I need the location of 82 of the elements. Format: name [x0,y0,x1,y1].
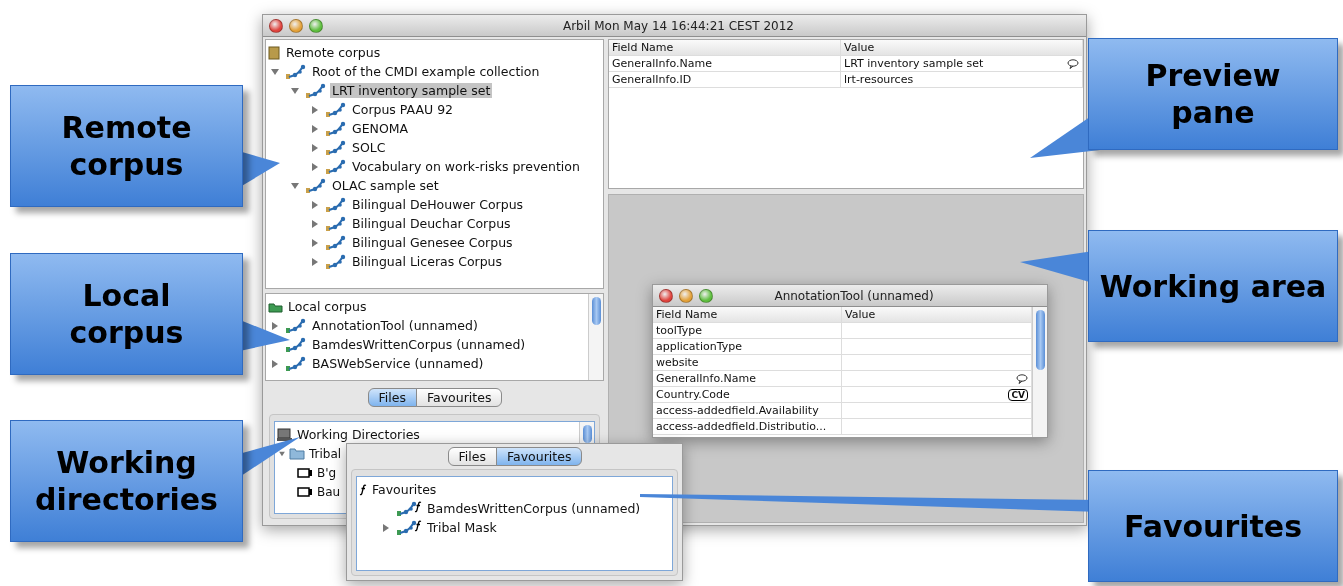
tree-item[interactable]: Corpus PAAU 92 [350,102,456,117]
table-cell: toolType [653,323,842,338]
tree-item[interactable]: AnnotationTool (unnamed) [310,318,480,333]
tree-item[interactable]: GENOMA [350,121,411,136]
favourite-node-icon [396,500,422,517]
collapse-arrow-icon[interactable] [268,66,282,77]
callout-label: Remote corpus [10,85,243,207]
book-icon [268,45,281,60]
tree-item[interactable]: BamdesWrittenCorpus (unnamed) [425,501,643,516]
table-cell: GeneralInfo.ID [609,72,841,87]
corpus-node-icon [305,82,327,99]
table-cell: Country.Code [653,387,842,402]
table-cell: GeneralInfo.Name [609,56,841,71]
tree-item[interactable]: Tribal [307,446,344,461]
collapse-arrow-icon[interactable] [288,85,302,96]
callout-label: Favourites [1088,470,1338,582]
tree-item[interactable]: Root of the CMDI example collection [310,64,542,79]
box-icon [297,485,313,498]
corpus-node-icon [325,196,347,213]
tree-root-label: Favourites [371,482,438,497]
collapse-arrow-icon[interactable] [288,180,302,191]
tree-item[interactable]: B'g [315,465,339,480]
column-header: Field Name [609,40,841,55]
callout-label: Working directories [10,420,243,542]
folder-icon [289,447,305,460]
table-cell: GeneralInfo.Name [653,371,842,386]
table-cell: access-addedfield.Distributio... [653,419,842,434]
callout-label: Local corpus [10,253,243,375]
tab[interactable]: Files [367,388,417,407]
minimize-button[interactable] [289,18,303,33]
corpus-node-icon [285,63,307,80]
favourite-node-icon [396,519,422,536]
corpus-node-icon [285,317,307,334]
corpus-node-icon [325,120,347,137]
corpus-node-icon [285,336,307,353]
tree-item[interactable]: LRT inventory sample set [330,83,493,98]
tree-item[interactable]: Bilingual Genesee Corpus [350,235,515,250]
tree-item[interactable]: Bau [315,484,343,499]
table-cell: applicationType [653,339,842,354]
corpus-node-icon [285,355,307,372]
corpus-node-icon [305,177,327,194]
corpus-node-icon [325,234,347,251]
tree-root-label: Remote corpus [285,45,382,60]
computer-icon [277,427,292,442]
callout-label: Working area [1088,230,1338,342]
cv-badge: CV [1008,388,1028,401]
box-icon [297,466,313,479]
close-button[interactable] [659,288,673,303]
tree-item[interactable]: OLAC sample set [330,178,441,193]
column-header: Value [841,40,1083,55]
f-icon [359,483,367,496]
column-header: Field Name [653,307,842,322]
tree-item[interactable]: Vocabulary on work-risks prevention [350,159,582,174]
table-cell: LRT inventory sample set [841,56,1083,71]
corpus-node-icon [325,139,347,156]
close-button[interactable] [269,18,283,33]
tab[interactable]: Favourites [416,388,503,407]
table-cell: lrt-resources [841,72,1083,87]
tree-item[interactable]: Bilingual DeHouwer Corpus [350,197,526,212]
corpus-node-icon [325,215,347,232]
tree-item[interactable]: BamdesWrittenCorpus (unnamed) [310,337,528,352]
corpus-node-icon [325,253,347,270]
table-cell: access-addedfield.Availability [653,403,842,418]
window-title: Arbil Mon May 14 16:44:21 CEST 2012 [561,18,795,33]
zoom-button[interactable] [309,18,323,33]
tab[interactable]: Favourites [496,447,583,466]
tree-root-label: Local corpus [287,299,368,314]
minimize-button[interactable] [679,288,693,303]
tree-item[interactable]: Bilingual Deuchar Corpus [350,216,513,231]
tree-item[interactable]: Tribal Mask [425,520,499,535]
tree-item[interactable]: Bilingual Liceras Corpus [350,254,505,269]
window-title: AnnotationTool (unnamed) [773,288,935,303]
corpus-node-icon [325,158,347,175]
tree-item[interactable]: BASWebService (unnamed) [310,356,486,371]
tree-item[interactable]: SOLC [350,140,388,155]
table-cell: website [653,355,842,370]
folder-icon [268,300,283,313]
zoom-button[interactable] [699,288,713,303]
tab[interactable]: Files [447,447,497,466]
corpus-node-icon [325,101,347,118]
tree-root-label: Working Directories [296,427,421,442]
callout-label: Preview pane [1088,38,1338,150]
